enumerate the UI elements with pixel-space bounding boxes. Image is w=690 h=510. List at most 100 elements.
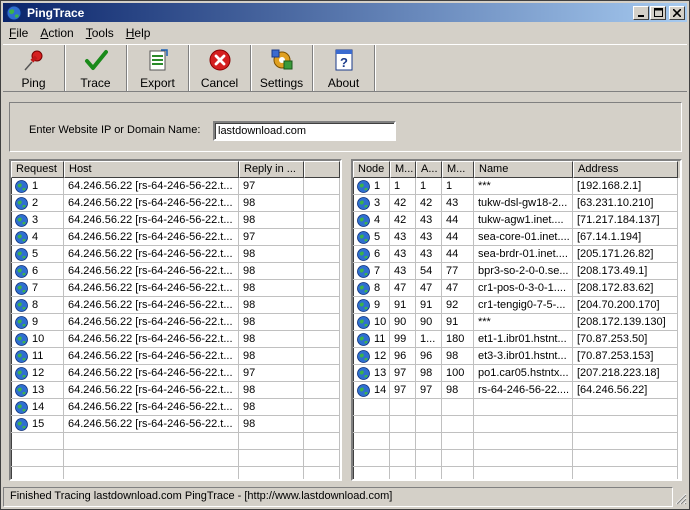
resize-grip-icon[interactable] bbox=[673, 491, 687, 505]
table-cell: cr1-pos-0-3-0-1.... bbox=[474, 280, 573, 297]
status-text: Finished Tracing lastdownload.com PingTr… bbox=[3, 487, 673, 507]
table-row[interactable]: 4 42 43 44 tukw-agw1.inet.... [71.217.184.137… bbox=[353, 212, 680, 229]
table-cell: 11 bbox=[353, 331, 390, 348]
cell-text: *** bbox=[478, 316, 491, 328]
table-row[interactable]: 6 64.246.56.22 [rs-64-246-56-22.t... 98 bbox=[11, 263, 340, 280]
table-row[interactable]: 8 47 47 47 cr1-pos-0-3-0-1.... [208.172.83.62… bbox=[353, 280, 680, 297]
cell-text: 14 bbox=[32, 401, 45, 413]
about-button[interactable]: ? About bbox=[313, 45, 375, 91]
globe-icon bbox=[15, 417, 28, 431]
column-node[interactable]: Node bbox=[353, 161, 390, 178]
settings-button[interactable]: Settings bbox=[251, 45, 313, 91]
empty-cell bbox=[304, 365, 340, 382]
globe-icon bbox=[15, 196, 28, 210]
table-row bbox=[353, 399, 680, 416]
table-row[interactable]: 11 64.246.56.22 [rs-64-246-56-22.t... 98 bbox=[11, 348, 340, 365]
table-row[interactable]: 13 64.246.56.22 [rs-64-246-56-22.t... 98 bbox=[11, 382, 340, 399]
ping-results-list[interactable]: Request Host Reply in ... 1 64.246.56.22 … bbox=[9, 159, 342, 481]
table-row[interactable]: 13 97 98 100 po1.car05.hstntx... [207.218.223… bbox=[353, 365, 680, 382]
cancel-button[interactable]: Cancel bbox=[189, 45, 251, 91]
about-label: About bbox=[327, 76, 360, 90]
table-row[interactable]: 11 99 1... 180 et1-1.ibr01.hstnt... [70.87.25… bbox=[353, 331, 680, 348]
column-request[interactable]: Request bbox=[11, 161, 64, 178]
table-row[interactable]: 14 97 97 98 rs-64-246-56-22.... [64.246.56.22… bbox=[353, 382, 680, 399]
column-host[interactable]: Host bbox=[64, 161, 239, 178]
table-cell: 64.246.56.22 [rs-64-246-56-22.t... bbox=[64, 195, 239, 212]
table-row[interactable]: 6 43 43 44 sea-brdr-01.inet.... [205.171.26.8… bbox=[353, 246, 680, 263]
table-row[interactable]: 9 64.246.56.22 [rs-64-246-56-22.t... 98 bbox=[11, 314, 340, 331]
trace-results-list[interactable]: Node M... A... M... Name Address 1 1 1 1 ***… bbox=[351, 159, 682, 481]
trace-button[interactable]: Trace bbox=[65, 45, 127, 91]
column-avg[interactable]: A... bbox=[416, 161, 442, 178]
column-reply[interactable]: Reply in ... bbox=[239, 161, 304, 178]
globe-icon bbox=[15, 366, 28, 380]
table-row[interactable]: 7 43 54 77 bpr3-so-2-0-0.se... [208.173.49.1] bbox=[353, 263, 680, 280]
column-min[interactable]: M... bbox=[390, 161, 416, 178]
table-row[interactable]: 3 42 42 43 tukw-dsl-gw18-2... [63.231.10.210] bbox=[353, 195, 680, 212]
cell-text: 97 bbox=[394, 384, 407, 396]
table-row[interactable]: 4 64.246.56.22 [rs-64-246-56-22.t... 97 bbox=[11, 229, 340, 246]
title-bar[interactable]: PingTrace bbox=[3, 3, 687, 22]
empty-cell bbox=[304, 416, 340, 433]
table-row[interactable]: 2 64.246.56.22 [rs-64-246-56-22.t... 98 bbox=[11, 195, 340, 212]
column-max[interactable]: M... bbox=[442, 161, 474, 178]
maximize-button[interactable] bbox=[650, 5, 666, 20]
cell-text: 64.246.56.22 [rs-64-246-56-22.t... bbox=[68, 316, 233, 328]
table-cell: 64.246.56.22 [rs-64-246-56-22.t... bbox=[64, 314, 239, 331]
table-cell: 54 bbox=[416, 263, 442, 280]
cell-text: 42 bbox=[420, 197, 433, 209]
cell-text: 98 bbox=[243, 282, 256, 294]
table-row[interactable]: 12 64.246.56.22 [rs-64-246-56-22.t... 97 bbox=[11, 365, 340, 382]
table-cell: 91 bbox=[416, 297, 442, 314]
menu-help[interactable]: Help bbox=[120, 26, 157, 40]
menu-tools[interactable]: Tools bbox=[80, 26, 120, 40]
table-cell: 92 bbox=[442, 297, 474, 314]
cell-text: 98 bbox=[243, 418, 256, 430]
table-cell: 47 bbox=[416, 280, 442, 297]
table-row[interactable]: 1 1 1 1 *** [192.168.2.1] bbox=[353, 178, 680, 195]
cell-text: 98 bbox=[243, 214, 256, 226]
domain-input[interactable] bbox=[213, 121, 396, 141]
ping-button[interactable]: Ping bbox=[3, 45, 65, 91]
table-row[interactable]: 7 64.246.56.22 [rs-64-246-56-22.t... 98 bbox=[11, 280, 340, 297]
table-row[interactable]: 10 64.246.56.22 [rs-64-246-56-22.t... 98 bbox=[11, 331, 340, 348]
empty-cell bbox=[304, 212, 340, 229]
table-row[interactable]: 12 96 96 98 et3-3.ibr01.hstnt... [70.87.253.1… bbox=[353, 348, 680, 365]
table-row[interactable]: 8 64.246.56.22 [rs-64-246-56-22.t... 98 bbox=[11, 297, 340, 314]
table-cell: *** bbox=[474, 178, 573, 195]
cell-text: 11 bbox=[32, 350, 44, 362]
minimize-button[interactable] bbox=[633, 5, 649, 20]
table-row[interactable]: 5 43 43 44 sea-core-01.inet.... [67.14.1.194] bbox=[353, 229, 680, 246]
cell-text: et1-1.ibr01.hstnt... bbox=[478, 333, 567, 345]
ping-label: Ping bbox=[21, 76, 46, 90]
cell-text: 6 bbox=[32, 265, 39, 277]
cell-text: 4 bbox=[374, 214, 381, 226]
cell-text: 5 bbox=[32, 248, 39, 260]
table-row[interactable]: 1 64.246.56.22 [rs-64-246-56-22.t... 97 bbox=[11, 178, 340, 195]
cell-text: rs-64-246-56-22.... bbox=[478, 384, 570, 396]
table-cell: [208.172.83.62] bbox=[573, 280, 678, 297]
empty-cell bbox=[239, 450, 304, 467]
column-address[interactable]: Address bbox=[573, 161, 678, 178]
export-button[interactable]: Export bbox=[127, 45, 189, 91]
empty-cell bbox=[474, 416, 573, 433]
table-cell: 43 bbox=[390, 246, 416, 263]
table-row[interactable]: 14 64.246.56.22 [rs-64-246-56-22.t... 98 bbox=[11, 399, 340, 416]
table-cell: 15 bbox=[11, 416, 64, 433]
table-row[interactable]: 3 64.246.56.22 [rs-64-246-56-22.t... 98 bbox=[11, 212, 340, 229]
table-row[interactable]: 10 90 90 91 *** [208.172.139.130] bbox=[353, 314, 680, 331]
close-button[interactable] bbox=[669, 5, 685, 20]
cell-text: 98 bbox=[243, 248, 256, 260]
menu-action[interactable]: Action bbox=[34, 26, 79, 40]
table-cell: 44 bbox=[442, 229, 474, 246]
table-cell: 8 bbox=[353, 280, 390, 297]
table-cell: [64.246.56.22] bbox=[573, 382, 678, 399]
empty-cell bbox=[442, 467, 474, 479]
table-row[interactable]: 5 64.246.56.22 [rs-64-246-56-22.t... 98 bbox=[11, 246, 340, 263]
cell-text: 98 bbox=[243, 265, 256, 277]
table-row[interactable]: 15 64.246.56.22 [rs-64-246-56-22.t... 98 bbox=[11, 416, 340, 433]
table-row[interactable]: 9 91 91 92 cr1-tengig0-7-5-... [204.70.200.17… bbox=[353, 297, 680, 314]
column-name[interactable]: Name bbox=[474, 161, 573, 178]
menu-file[interactable]: File bbox=[3, 26, 34, 40]
globe-icon bbox=[15, 264, 28, 278]
